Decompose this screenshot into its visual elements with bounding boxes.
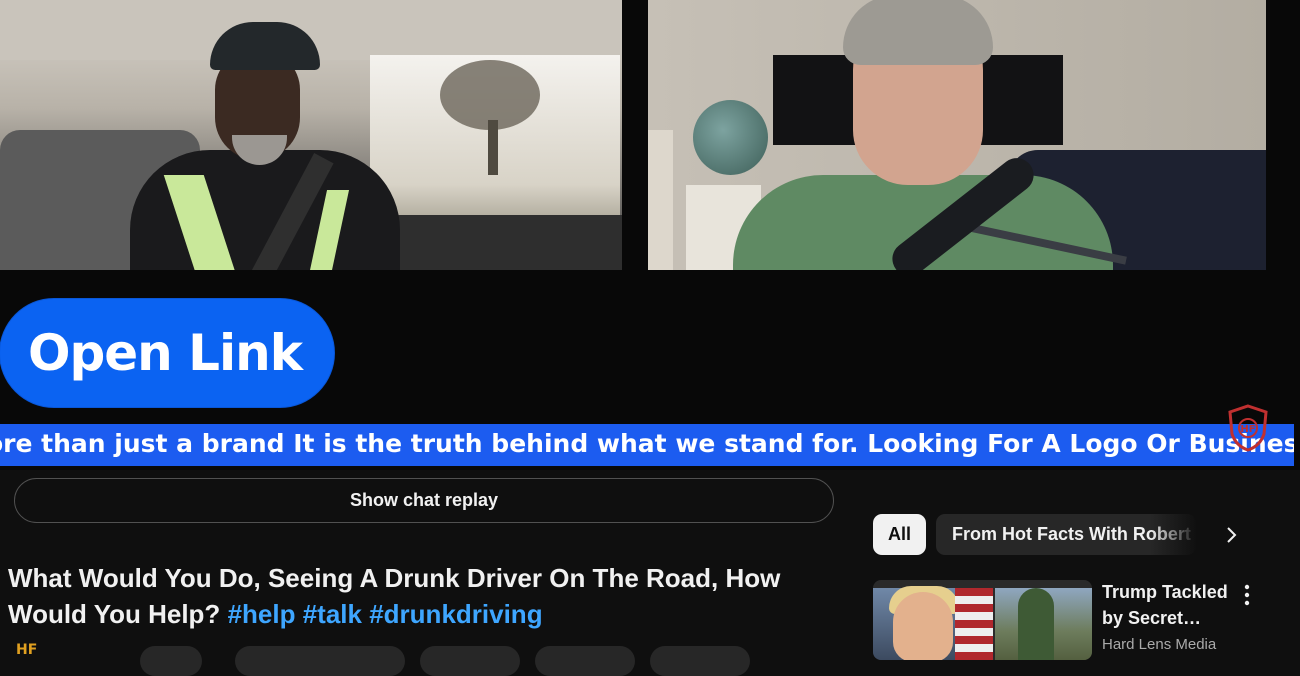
- chip-all[interactable]: All: [873, 514, 926, 555]
- recommendation-channel[interactable]: Hard Lens Media: [1102, 636, 1216, 653]
- recommendation-thumbnail[interactable]: [873, 580, 1092, 660]
- video-title: What Would You Do, Seeing A Drunk Driver…: [8, 560, 838, 632]
- show-chat-replay-label: Show chat replay: [349, 490, 499, 510]
- channel-logo-icon[interactable]: HF: [10, 640, 54, 660]
- open-link-label: Open Link: [27, 324, 303, 382]
- webcam-feed-left: [0, 0, 622, 270]
- chip-fade: [1150, 514, 1210, 555]
- subscribe-button[interactable]: [140, 646, 202, 676]
- brand-shield-logo-icon: HF: [1228, 404, 1268, 452]
- webcam-feed-right: [648, 0, 1266, 270]
- scrolling-ticker-banner: ore than just a brand It is the truth be…: [0, 424, 1294, 466]
- more-vert-icon[interactable]: [1239, 582, 1255, 608]
- hashtag-link[interactable]: #help: [228, 599, 296, 629]
- hashtag-link[interactable]: #talk: [303, 599, 362, 629]
- chevron-right-icon[interactable]: [1216, 520, 1246, 550]
- svg-text:HF: HF: [16, 642, 37, 658]
- share-button[interactable]: [420, 646, 520, 676]
- clip-button[interactable]: [650, 646, 750, 676]
- like-dislike-button[interactable]: [235, 646, 405, 676]
- chip-all-label: All: [887, 524, 911, 544]
- svg-text:HF: HF: [1240, 424, 1255, 435]
- recommendation-title[interactable]: Trump Tackled by Secret…: [1102, 579, 1232, 631]
- hashtag-link[interactable]: #drunkdriving: [369, 599, 542, 629]
- download-button[interactable]: [535, 646, 635, 676]
- video-player[interactable]: Open Link ore than just a brand It is th…: [0, 0, 1300, 470]
- show-chat-replay-button[interactable]: Show chat replay: [14, 478, 834, 523]
- ticker-text: ore than just a brand It is the truth be…: [0, 429, 1294, 458]
- open-link-overlay-button[interactable]: Open Link: [0, 299, 334, 407]
